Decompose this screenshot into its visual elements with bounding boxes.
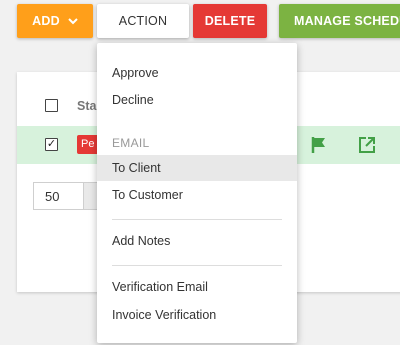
menu-item-to-customer[interactable]: To Customer <box>97 182 297 208</box>
chevron-down-icon <box>68 17 78 24</box>
menu-item-invoice-verification[interactable]: Invoice Verification <box>97 302 297 328</box>
status-column-header: Sta <box>77 99 97 113</box>
flag-icon[interactable] <box>311 136 327 154</box>
menu-divider <box>112 265 282 266</box>
add-button-label: ADD <box>32 14 60 28</box>
action-button-label: ACTION <box>118 14 168 28</box>
page-size-value: 50 <box>45 189 60 204</box>
action-dropdown-menu: Approve Decline EMAIL To Client To Custo… <box>97 43 297 343</box>
menu-section-email: EMAIL <box>112 136 150 150</box>
delete-button[interactable]: DELETE <box>193 4 267 38</box>
menu-item-decline[interactable]: Decline <box>97 87 297 113</box>
delete-button-label: DELETE <box>204 14 256 28</box>
select-all-checkbox[interactable] <box>45 99 58 112</box>
action-button[interactable]: ACTION <box>97 4 189 38</box>
add-button[interactable]: ADD <box>17 4 93 38</box>
manage-schedule-label: MANAGE SCHEDULE <box>294 14 400 28</box>
open-external-icon[interactable] <box>358 136 376 154</box>
menu-divider <box>112 219 282 220</box>
menu-item-approve[interactable]: Approve <box>97 60 297 86</box>
menu-item-verification-email[interactable]: Verification Email <box>97 274 297 300</box>
menu-item-to-client[interactable]: To Client <box>97 155 297 181</box>
manage-schedule-button[interactable]: MANAGE SCHEDULE <box>279 4 400 38</box>
row-checkbox[interactable]: ✓ <box>45 138 58 151</box>
menu-item-add-notes[interactable]: Add Notes <box>97 228 297 254</box>
page-size-select[interactable]: 50 <box>33 182 101 210</box>
